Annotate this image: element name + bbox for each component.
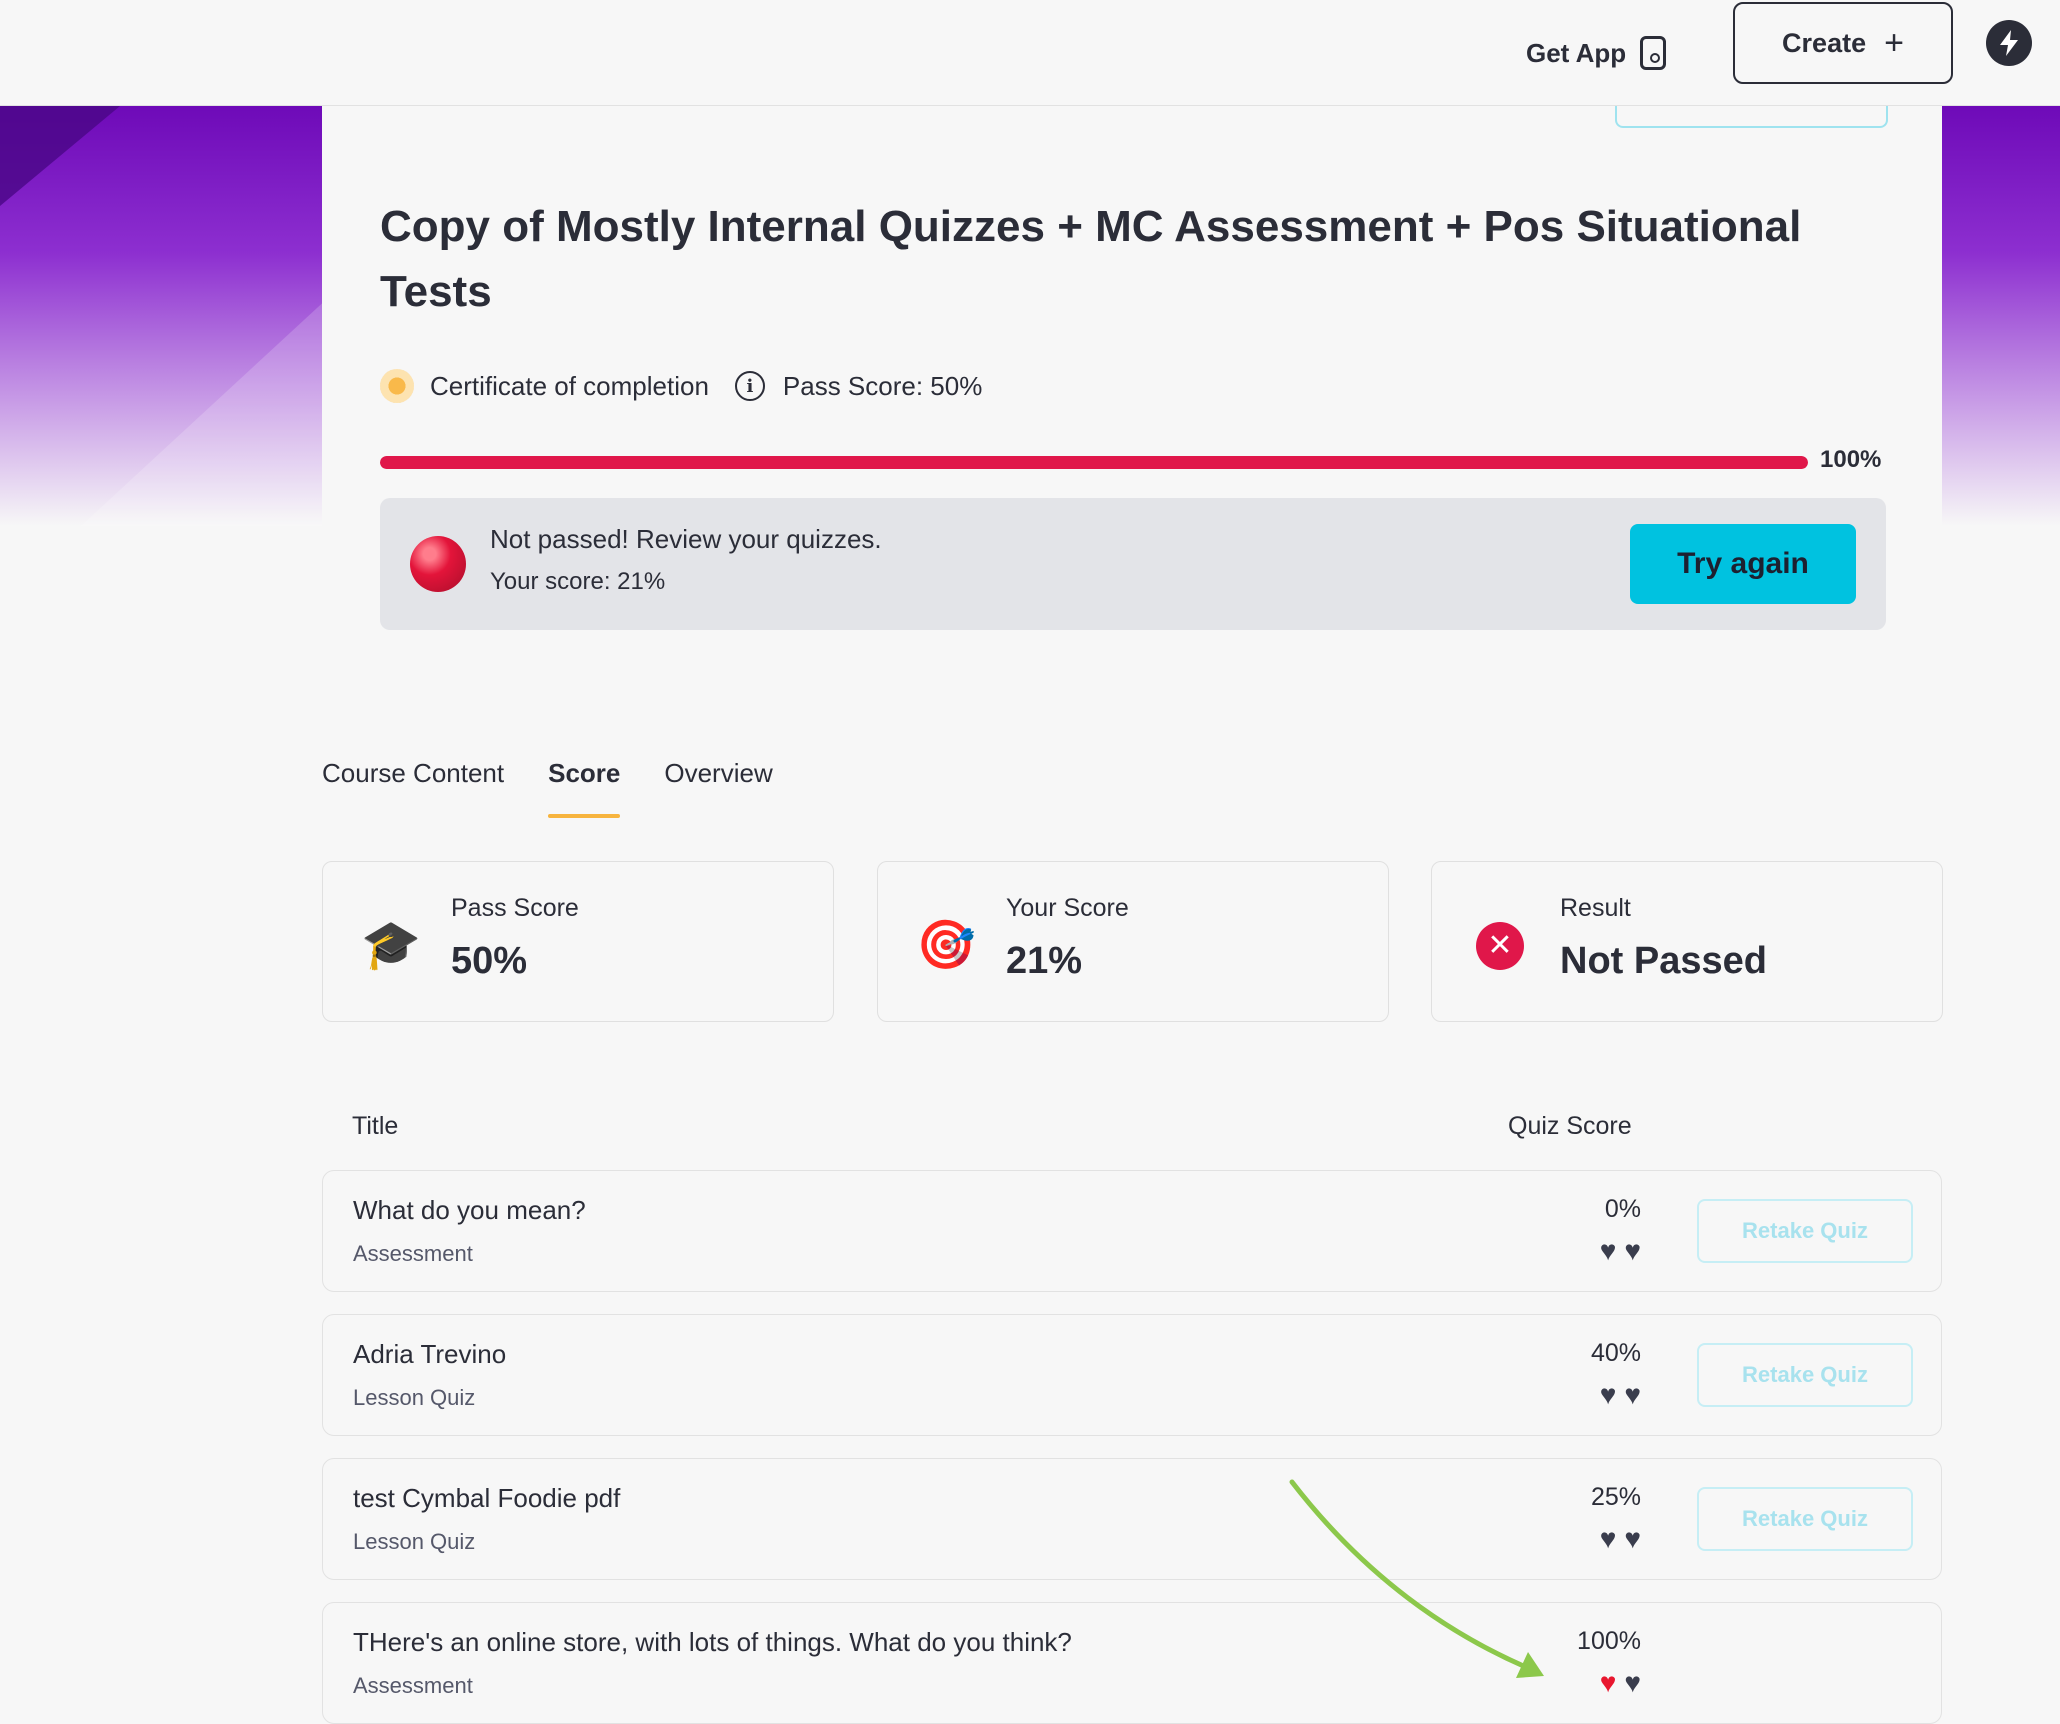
notice-score: Your score: 21%: [490, 568, 666, 595]
course-meta: Certificate of completion i Pass Score: …: [380, 366, 982, 406]
pass-score-card: 🎓 Pass Score 50%: [322, 861, 834, 1022]
quiz-score: 100%: [1577, 1627, 1641, 1655]
card-value: 21%: [1006, 940, 1083, 982]
column-header-title: Title: [352, 1112, 399, 1140]
heart-empty-icon: ♥: [1624, 1667, 1641, 1698]
try-again-button[interactable]: Try again: [1630, 524, 1856, 604]
quiz-type: Assessment: [353, 1673, 473, 1698]
phone-icon: [1640, 36, 1667, 70]
create-button[interactable]: Create +: [1733, 2, 1953, 84]
get-app-label: Get App: [1526, 37, 1627, 68]
heart-empty-icon: ♥: [1599, 1523, 1617, 1554]
heart-empty-icon: ♥: [1624, 1235, 1641, 1266]
retake-quiz-button[interactable]: Retake Quiz: [1697, 1199, 1913, 1263]
notice-message: Not passed! Review your quizzes.: [490, 524, 882, 554]
column-header-quiz-score: Quiz Score: [1508, 1112, 1632, 1140]
table-row: test Cymbal Foodie pdf Lesson Quiz 25% ♥…: [322, 1458, 1942, 1580]
top-bar: Get App Create +: [0, 0, 2060, 106]
result-x-icon: ✕: [1476, 922, 1524, 970]
certificate-icon: [380, 369, 414, 403]
quiz-title: What do you mean?: [353, 1195, 586, 1225]
quiz-type: Lesson Quiz: [353, 1529, 476, 1554]
graduation-cap-icon: 🎓: [361, 919, 421, 972]
get-app-button[interactable]: Get App: [1526, 24, 1667, 82]
result-x-icon-wrap: ✕: [1472, 918, 1528, 974]
page-title: Copy of Mostly Internal Quizzes + MC Ass…: [380, 202, 1802, 316]
heart-empty-icon: ♥: [1599, 1235, 1617, 1266]
pass-score-label: Pass Score: 50%: [782, 370, 983, 401]
certificate-label: Certificate of completion: [430, 370, 709, 401]
hearts: ♥ ♥: [1600, 1237, 1641, 1265]
retake-quiz-button[interactable]: Retake Quiz: [1697, 1343, 1913, 1407]
card-value: Not Passed: [1560, 940, 1767, 982]
tab-bar: Course Content Score Overview: [322, 758, 773, 818]
course-header-card: Copy of Mostly Internal Quizzes + MC Ass…: [322, 86, 1942, 666]
card-value: 50%: [451, 940, 528, 982]
card-label: Your Score: [1006, 894, 1129, 922]
result-card: ✕ Result Not Passed: [1431, 861, 1943, 1022]
quiz-title: test Cymbal Foodie pdf: [353, 1483, 621, 1513]
your-score-card: 🎯 Your Score 21%: [877, 861, 1389, 1022]
progress-bar: [380, 456, 1808, 469]
quiz-score: 40%: [1590, 1339, 1641, 1367]
hearts: ♥ ♥: [1600, 1525, 1641, 1553]
quiz-type: Lesson Quiz: [353, 1385, 476, 1410]
lightning-bolt-icon[interactable]: [1986, 20, 2032, 66]
tab-course-content[interactable]: Course Content: [322, 758, 504, 818]
progress-fill: [380, 456, 1808, 469]
table-row: THere's an online store, with lots of th…: [322, 1602, 1942, 1724]
card-label: Result: [1560, 894, 1631, 922]
target-dart-icon: 🎯: [916, 919, 976, 972]
tab-score[interactable]: Score: [548, 758, 621, 818]
retake-quiz-button[interactable]: Retake Quiz: [1697, 1487, 1913, 1551]
hearts: ♥ ♥: [1600, 1381, 1641, 1409]
quiz-title: THere's an online store, with lots of th…: [353, 1627, 1072, 1657]
quiz-title: Adria Trevino: [353, 1339, 507, 1369]
info-icon[interactable]: i: [734, 371, 765, 401]
quiz-score: 0%: [1604, 1195, 1641, 1223]
result-notice: Not passed! Review your quizzes. Your sc…: [380, 498, 1886, 630]
table-row: What do you mean? Assessment 0% ♥ ♥ Retak…: [322, 1170, 1942, 1292]
table-row: Adria Trevino Lesson Quiz 40% ♥ ♥ Retake …: [322, 1314, 1942, 1436]
quiz-score: 25%: [1590, 1483, 1641, 1511]
progress-label: 100%: [1820, 446, 1882, 473]
quiz-type: Assessment: [353, 1241, 473, 1266]
heart-empty-icon: ♥: [1624, 1379, 1641, 1410]
red-circle-icon: [410, 536, 466, 592]
heart-empty-icon: ♥: [1599, 1379, 1617, 1410]
heart-empty-icon: ♥: [1624, 1523, 1641, 1554]
tab-overview[interactable]: Overview: [664, 758, 772, 818]
hearts: ♥ ♥: [1600, 1669, 1641, 1697]
create-label: Create: [1782, 27, 1867, 58]
plus-icon: +: [1884, 24, 1904, 62]
heart-filled-icon: ♥: [1599, 1667, 1617, 1698]
card-label: Pass Score: [451, 894, 579, 922]
